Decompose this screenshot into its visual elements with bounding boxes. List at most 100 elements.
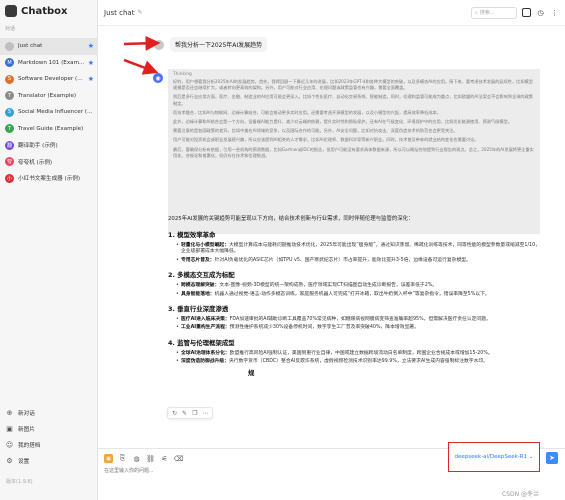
more-actions-icon[interactable]: ⋯ xyxy=(202,410,208,417)
sidebar-item-label: Translator (Example) xyxy=(18,92,77,99)
sidebar-avatar: 翻 xyxy=(5,140,14,150)
clear-icon[interactable]: ⌫ xyxy=(174,454,184,463)
sidebar-avatar: T xyxy=(5,91,14,101)
search-input[interactable]: ⌕ 搜索... xyxy=(471,6,517,19)
sidebar-avatar: S xyxy=(5,107,14,117)
message-input[interactable] xyxy=(104,466,434,476)
star-icon[interactable]: ★ xyxy=(88,59,94,67)
thinking-label: Thinking xyxy=(173,72,192,77)
message-toolbar: ↻ ✎ ❐ ⋯ xyxy=(167,407,214,419)
sidebar-item-7[interactable]: 夸夸夸机 (示例) xyxy=(0,154,98,171)
search-placeholder: 搜索... xyxy=(479,10,495,16)
answer-list-item: 医疗AI进入临床决策：FDA加速审批的AI辅助诊断工具覆盖70%常见病种，如糖尿… xyxy=(176,317,544,324)
thinking-paragraph: 此外，边缘计算和AI结合会是一个方向，设备端AI能力提升，减少对云端的依赖，提升… xyxy=(173,119,512,125)
answer-list-item: 轻量化与小模型崛起：大模型计算成本与能耗问题推动技术优化，2025年可能出现“瘦… xyxy=(176,243,544,256)
image-icon: ▣ xyxy=(6,425,13,433)
composer-toolbar: ▣ ⎘ ◍ ⛓ ⚟ ⌫ xyxy=(104,454,183,463)
thinking-paragraph: 最后，要确保分析有依据，引用一些机构的预测数据，比如Gartner或IDC的报告… xyxy=(173,146,534,158)
sidebar-avatar: M xyxy=(5,58,14,68)
user-message-text: 帮我分析一下2025年AI发展趋势 xyxy=(170,37,268,52)
thinking-paragraph: 然后是多行业应用方面，医疗、金融、制造业的AI应用可能会更深入。比如个性化医疗、… xyxy=(173,94,533,106)
answer-item-text: 大模型计算成本与能耗问题推动技术优化，2025年可能出现“瘦身版”，通过知识蒸馏… xyxy=(181,243,540,255)
sidebar-item-3[interactable]: T Translator (Example) xyxy=(0,88,98,105)
sidebar-item-1[interactable]: M Markdown 101 (Exam... ★ xyxy=(0,55,98,72)
sidebar-item-0[interactable]: Just chat ★ xyxy=(0,38,98,55)
model-selector-highlight: deepseek-ai/DeepSeek-R1 ⌄ xyxy=(448,442,540,472)
answer-item-text: 文本-图像-视频-3D模型的统一架构成熟，医疗领域实现CT扫描图自动生成诊断报告… xyxy=(219,283,438,289)
answer-item-term: 工业AI重构生产流程： xyxy=(181,325,230,331)
star-icon[interactable]: ★ xyxy=(88,75,94,83)
plus-icon: ⊕ xyxy=(6,409,13,417)
sidebar-menu-label: 新图片 xyxy=(18,427,35,433)
star-icon[interactable]: ★ xyxy=(88,42,94,50)
image-upload-icon[interactable]: ▣ xyxy=(104,454,113,463)
thinking-block: Thinking 好的，用户想要我分析2025年AI的发展趋势。首先，我得回顾一… xyxy=(168,69,540,234)
sidebar-avatar: S xyxy=(5,74,14,84)
sidebar-item-label: Just chat xyxy=(18,43,43,50)
sidebar-avatar: 夸 xyxy=(5,157,14,167)
answer-list-item: 全球AI治理体系分化：欧盟推行高风险AI强制认证，美国侧重行业自律，中国或建立数… xyxy=(176,351,544,358)
answer-item-text: 预测性维护系统减少30%设备停机时间，数字孪生工厂普及率突破40%，降本增效显著… xyxy=(229,325,419,331)
sidebar-item-6[interactable]: 翻翻译助手 (示例) xyxy=(0,137,98,154)
edit-message-icon[interactable]: ✎ xyxy=(182,410,187,417)
answer-list: 全球AI治理体系分化：欧盟推行高风险AI强制认证，美国侧重行业自律，中国或建立数… xyxy=(176,351,544,366)
sidebar: Chatbox 对话 Just chat ★ M Markdown 101 (Exam… xyxy=(0,0,98,500)
sidebar-item-8[interactable]: 小小红书文案生成器 (示例) xyxy=(0,170,98,187)
sidebar-menu-label: 我的搭档 xyxy=(18,443,41,449)
answer-item-term: 具身智能落地： xyxy=(181,291,215,297)
sidebar-item-4[interactable]: S Social Media Influencer (Ex... xyxy=(0,104,98,121)
people-icon: ☺ xyxy=(5,441,14,449)
answer-item-term: 医疗AI进入临床决策： xyxy=(181,317,230,323)
answer-list-item: 专用芯片普及：针对AI负载优化的ASIC芯片（如TPU v5、国产寒武纪芯片）市… xyxy=(176,258,544,265)
answer-list-item: 工业AI重构生产流程：预测性维护系统减少30%设备停机时间，数字孪生工厂普及率突… xyxy=(176,325,544,332)
sidebar-item-label: Markdown 101 (Exam... xyxy=(18,59,85,66)
sidebar-menu-1[interactable]: ▣ 新图片 xyxy=(0,421,98,437)
sidebar-menu-label: 设置 xyxy=(18,459,30,465)
sidebar-menu-label: 新对话 xyxy=(18,411,35,417)
search-icon: ⌕ xyxy=(475,9,478,16)
conversation-area: 帮我分析一下2025年AI发展趋势 ◉ Thinking 好的，用户想要我分析2… xyxy=(98,27,565,447)
answer-item-text: 央行数字货币（CBDC）整合AI反欺诈系统，虚假视频检测技术识别率达99.9%，… xyxy=(228,359,488,365)
history-icon[interactable]: ◷ xyxy=(536,8,545,17)
send-button[interactable]: ➤ xyxy=(546,452,558,464)
answer-intro: 2025年AI发展的关键趋势可能呈现以下方向，结合技术创新与行业需求，同时伴随伦… xyxy=(168,216,414,222)
settings-sliders-icon[interactable]: ⚟ xyxy=(160,454,169,463)
sidebar-avatar: 小 xyxy=(5,173,14,183)
toggle-panel-icon[interactable] xyxy=(522,8,531,17)
conversation-list: Just chat ★ M Markdown 101 (Exam... ★ S Softwa… xyxy=(0,38,98,187)
user-message: 帮我分析一下2025年AI发展趋势 xyxy=(154,37,268,52)
gear-icon: ⚙ xyxy=(6,457,13,465)
answer-list-item: 具身智能落地：机器人通过视觉-语言-动作多模态训练，家庭服务机器人可完成“打开冰… xyxy=(176,291,544,299)
chat-title: Just chat xyxy=(104,8,135,17)
sidebar-menu-3[interactable]: ⚙ 设置 xyxy=(0,453,98,469)
answer-section-heading: 2. 多模态交互成为标配 xyxy=(168,271,235,280)
sidebar-item-label: 小红书文案生成器 (示例) xyxy=(18,176,81,183)
thinking-paragraph: 好的，用户想要我分析2025年AI的发展趋势。首先，我得回顾一下最近几年的进展，… xyxy=(173,79,533,91)
web-search-icon[interactable]: ◍ xyxy=(132,454,141,463)
sidebar-section-label: 对话 xyxy=(5,26,16,32)
sidebar-menu-0[interactable]: ⊕ 新对话 xyxy=(0,405,98,421)
sidebar-item-5[interactable]: T Travel Guide (Example) xyxy=(0,121,98,138)
answer-item-text: 机器人通过视觉-语言-动作多模态训练，家庭服务机器人可完成“打开冰箱，取出牛奶倒… xyxy=(214,291,490,297)
answer-section-heading: 3. 垂直行业深度渗透 xyxy=(168,305,229,314)
regenerate-icon[interactable]: ↻ xyxy=(172,410,177,417)
answer-partial-heading: 规 xyxy=(248,368,255,377)
answer-list: 医疗AI进入临床决策：FDA加速审批的AI辅助诊断工具覆盖70%常见病种，如糖尿… xyxy=(176,317,544,332)
model-selector[interactable]: deepseek-ai/DeepSeek-R1 ⌄ xyxy=(455,454,534,460)
sidebar-item-label: Social Media Influencer (Ex... xyxy=(18,109,94,116)
sidebar-item-2[interactable]: S Software Developer (E... ★ xyxy=(0,71,98,88)
user-avatar xyxy=(154,39,164,50)
edit-title-icon[interactable]: ✎ xyxy=(137,9,142,16)
assistant-avatar: ◉ xyxy=(153,73,163,83)
thinking-paragraph: 用户可能对投资机会或职业发展感兴趣，所以应该提到AI相关的人才需求，比如AI伦理… xyxy=(173,137,479,143)
assistant-answer: 2025年AI发展的关键趋势可能呈现以下方向，结合技术创新与行业需求，同时伴随伦… xyxy=(168,214,544,377)
more-menu-icon[interactable]: ⋮ xyxy=(550,8,559,17)
link-icon[interactable]: ⛓ xyxy=(146,454,155,463)
answer-item-term: 深度伪造防御战升级： xyxy=(181,359,229,365)
sidebar-item-label: 翻译助手 (示例) xyxy=(18,143,58,150)
sidebar-menu-2[interactable]: ☺ 我的搭档 xyxy=(0,437,98,453)
copy-icon[interactable]: ❐ xyxy=(192,410,197,417)
watermark: CSDN @冬兰 xyxy=(502,491,540,498)
attach-file-icon[interactable]: ⎘ xyxy=(118,454,127,463)
composer: ▣ ⎘ ◍ ⛓ ⚟ ⌫ deepseek-ai/DeepSeek-R1 ⌄ ➤ … xyxy=(98,442,565,500)
